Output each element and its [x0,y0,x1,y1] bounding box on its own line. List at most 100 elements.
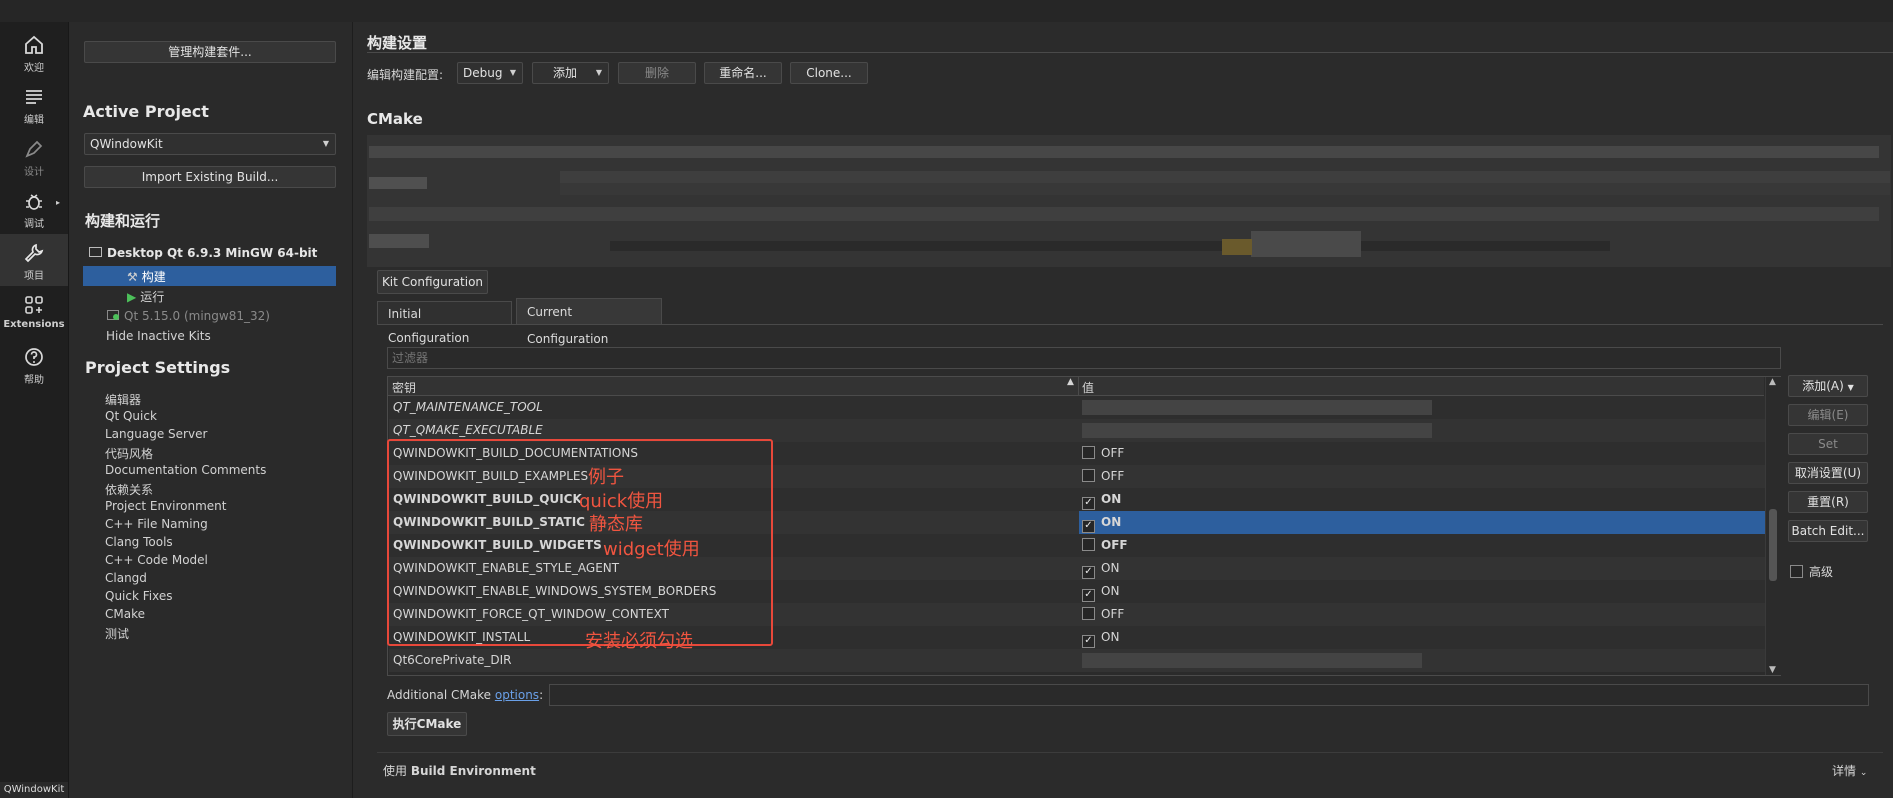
row-value[interactable]: OFF [1082,465,1124,488]
chevron-down-icon: ▼ [509,68,516,77]
value-column-header[interactable]: 值 [1082,379,1094,396]
inactive-kit-item[interactable]: Qt 5.15.0 (mingw81_32) [107,309,270,323]
build-config-combo[interactable]: Debug ▼ [457,62,523,84]
project-sidebar: 管理构建套件... Active Project QWindowKit ▼ Im… [69,22,353,798]
mode-label: Extensions [3,319,65,330]
mode-extensions[interactable]: Extensions [0,286,68,338]
checkbox-checked[interactable]: ✓ [1082,497,1095,510]
filter-input[interactable] [387,347,1781,369]
build-env-prefix: 使用 [383,764,411,778]
settings-item[interactable]: CMake [105,607,145,621]
checkbox-checked[interactable]: ✓ [1082,589,1095,602]
mode-help[interactable]: 帮助 [0,338,68,390]
settings-item[interactable]: 依赖关系 [105,481,153,498]
row-value-text: OFF [1101,469,1125,483]
table-row[interactable]: QT_MAINTENANCE_TOOL [389,396,1765,419]
settings-item[interactable]: Quick Fixes [105,589,172,603]
options-link[interactable]: options [495,688,539,702]
settings-item[interactable]: Project Environment [105,499,227,513]
row-value[interactable]: ✓ ON [1082,511,1121,534]
scroll-up-icon[interactable]: ▲ [1769,377,1776,387]
settings-item[interactable]: Clangd [105,571,147,585]
run-cmake-button[interactable]: 执行CMake [387,712,467,736]
env-divider [377,752,1883,753]
settings-item[interactable]: C++ Code Model [105,553,208,567]
advanced-checkbox[interactable]: 高级 [1790,563,1833,580]
selected-value-cell[interactable] [1079,511,1765,534]
row-value[interactable]: ✓ ON [1082,626,1119,649]
tab-initial-configuration[interactable]: Initial Configuration [377,301,512,345]
set-entry-button[interactable]: Set [1788,433,1868,455]
row-value[interactable]: OFF [1082,534,1128,557]
kit-item[interactable]: Desktop Qt 6.9.3 MinGW 64-bit [89,246,317,260]
edit-entry-button[interactable]: 编辑(E) [1788,404,1868,426]
row-value[interactable]: OFF [1082,442,1124,465]
settings-item[interactable]: Clang Tools [105,535,173,549]
build-item[interactable]: ⚒ 构建 [127,268,166,285]
hide-inactive-kits[interactable]: Hide Inactive Kits [106,329,211,343]
kit-name: Desktop Qt 6.9.3 MinGW 64-bit [107,246,318,260]
settings-item[interactable]: Language Server [105,427,207,441]
mode-projects[interactable]: 项目 [0,234,68,286]
details-toggle[interactable]: 详情 ⌄ [1832,762,1867,779]
checkbox-unchecked[interactable] [1082,469,1095,482]
checkbox-checked[interactable]: ✓ [1082,520,1095,533]
mode-debug[interactable]: 调试 ▸ [0,182,68,234]
add-config-combo[interactable]: 添加 ▼ [532,62,609,84]
checkbox-unchecked[interactable] [1082,446,1095,459]
add-entry-button[interactable]: 添加(A) ▼ [1788,375,1868,397]
kit-add-icon [107,310,119,320]
obscured-value [1082,423,1432,438]
settings-item[interactable]: Documentation Comments [105,463,266,477]
settings-item[interactable]: 测试 [105,625,129,642]
key-column-header[interactable]: 密钥 [392,379,416,396]
checkbox-checked[interactable]: ✓ [1082,635,1095,648]
run-triangle-icon: ▶ [127,290,137,304]
chevron-down-icon: ▼ [322,139,329,148]
checkbox-unchecked[interactable] [1082,607,1095,620]
row-value[interactable]: ✓ ON [1082,580,1119,603]
tab-current-configuration[interactable]: Current Configuration [516,298,662,346]
edit-lines-icon [26,90,42,104]
sort-ascending-icon[interactable]: ▲ [1067,377,1074,387]
reset-entry-button[interactable]: 重置(R) [1788,491,1868,513]
cmake-section-title: CMake [367,110,423,128]
settings-item[interactable]: 代码风格 [105,445,153,462]
chevron-down-icon: ▼ [595,68,602,77]
checkbox-checked[interactable]: ✓ [1082,566,1095,579]
edit-config-label: 编辑构建配置: [367,68,444,82]
checkbox-unchecked[interactable] [1082,538,1095,551]
settings-item[interactable]: C++ File Naming [105,517,208,531]
checkbox-box[interactable] [1790,565,1803,578]
annotation-static: 静态库 [589,514,643,535]
settings-item[interactable]: 编辑器 [105,391,141,408]
extensions-grid-icon [25,296,43,314]
row-value[interactable]: OFF [1082,603,1124,626]
scrollbar-thumb[interactable] [1769,509,1777,581]
mode-edit[interactable]: 编辑 [0,78,68,130]
kit-configuration-button[interactable]: Kit Configuration [377,270,488,294]
rename-config-button[interactable]: 重命名... [704,62,782,84]
project-combo[interactable]: QWindowKit ▼ [84,133,336,155]
mode-welcome[interactable]: 欢迎 [0,26,68,78]
mode-label: 设计 [24,167,44,178]
scroll-down-icon[interactable]: ▼ [1769,665,1776,675]
monitor-icon [89,247,102,257]
unset-entry-button[interactable]: 取消设置(U) [1788,462,1868,484]
row-value[interactable]: ✓ ON [1082,488,1121,511]
build-item-selected[interactable] [83,266,336,286]
settings-item[interactable]: Qt Quick [105,409,157,423]
additional-options-input[interactable] [549,684,1869,706]
active-project-title: Active Project [83,102,209,121]
batch-edit-button[interactable]: Batch Edit... [1788,520,1868,542]
import-existing-build-button[interactable]: Import Existing Build... [84,166,336,188]
row-value[interactable]: ✓ ON [1082,557,1119,580]
clone-config-button[interactable]: Clone... [790,62,868,84]
table-scrollbar[interactable]: ▲ ▼ [1765,377,1781,675]
current-project-label[interactable]: QWindowKit [0,782,68,798]
mode-design[interactable]: 设计 [0,130,68,182]
manage-kits-button[interactable]: 管理构建套件... [84,41,336,63]
delete-config-button[interactable]: 删除 [618,62,696,84]
add-entry-label: 添加(A) [1802,379,1844,393]
run-item[interactable]: ▶ 运行 [127,288,164,305]
